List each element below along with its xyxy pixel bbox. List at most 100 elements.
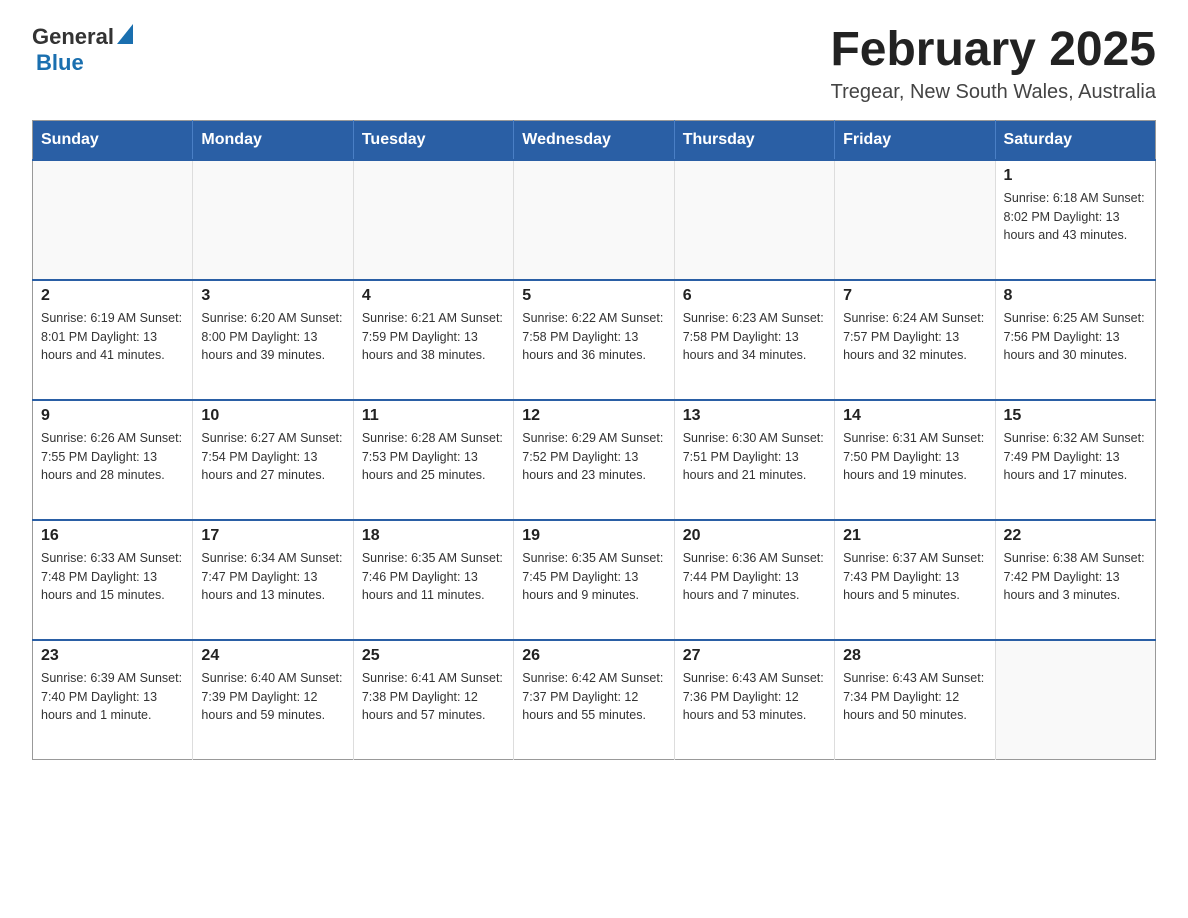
day-number: 24 [201, 647, 344, 665]
calendar-day-header: Tuesday [353, 120, 513, 160]
calendar-day-cell: 7 Sunrise: 6:24 AM Sunset: 7:57 PM Daylig… [835, 280, 995, 400]
calendar-day-header: Wednesday [514, 120, 674, 160]
logo-triangle-icon [117, 24, 133, 44]
day-info: Sunrise: 6:32 AM Sunset: 7:49 PM Dayligh… [1004, 429, 1147, 485]
calendar-day-cell [674, 160, 834, 280]
day-info: Sunrise: 6:31 AM Sunset: 7:50 PM Dayligh… [843, 429, 986, 485]
calendar-day-cell: 19 Sunrise: 6:35 AM Sunset: 7:45 PM Dayli… [514, 520, 674, 640]
calendar-day-cell: 5 Sunrise: 6:22 AM Sunset: 7:58 PM Daylig… [514, 280, 674, 400]
day-number: 14 [843, 407, 986, 425]
day-info: Sunrise: 6:35 AM Sunset: 7:46 PM Dayligh… [362, 549, 505, 605]
calendar-day-cell: 1Sunrise: 6:18 AM Sunset: 8:02 PM Daylig… [995, 160, 1155, 280]
day-number: 17 [201, 527, 344, 545]
day-number: 28 [843, 647, 986, 665]
day-info: Sunrise: 6:26 AM Sunset: 7:55 PM Dayligh… [41, 429, 184, 485]
calendar-day-cell [193, 160, 353, 280]
calendar-day-cell: 27 Sunrise: 6:43 AM Sunset: 7:36 PM Dayli… [674, 640, 834, 760]
calendar-day-cell: 16 Sunrise: 6:33 AM Sunset: 7:48 PM Dayli… [33, 520, 193, 640]
day-number: 23 [41, 647, 184, 665]
calendar-day-cell: 13 Sunrise: 6:30 AM Sunset: 7:51 PM Dayli… [674, 400, 834, 520]
calendar-day-cell: 18Sunrise: 6:35 AM Sunset: 7:46 PM Dayli… [353, 520, 513, 640]
calendar-day-cell: 10Sunrise: 6:27 AM Sunset: 7:54 PM Dayli… [193, 400, 353, 520]
day-number: 13 [683, 407, 826, 425]
day-number: 19 [522, 527, 665, 545]
day-info: Sunrise: 6:35 AM Sunset: 7:45 PM Dayligh… [522, 549, 665, 605]
day-number: 9 [41, 407, 184, 425]
day-info: Sunrise: 6:40 AM Sunset: 7:39 PM Dayligh… [201, 669, 344, 725]
day-info: Sunrise: 6:28 AM Sunset: 7:53 PM Dayligh… [362, 429, 505, 485]
calendar-title: February 2025 [830, 24, 1156, 77]
day-info: Sunrise: 6:39 AM Sunset: 7:40 PM Dayligh… [41, 669, 184, 725]
calendar-week-row: 9 Sunrise: 6:26 AM Sunset: 7:55 PM Daylig… [33, 400, 1156, 520]
day-info: Sunrise: 6:22 AM Sunset: 7:58 PM Dayligh… [522, 309, 665, 365]
day-number: 22 [1004, 527, 1147, 545]
calendar-week-row: 16 Sunrise: 6:33 AM Sunset: 7:48 PM Dayli… [33, 520, 1156, 640]
calendar-header-row: SundayMondayTuesdayWednesdayThursdayFrid… [33, 120, 1156, 160]
calendar-subtitle: Tregear, New South Wales, Australia [830, 81, 1156, 104]
calendar-day-cell: 20 Sunrise: 6:36 AM Sunset: 7:44 PM Dayli… [674, 520, 834, 640]
page-header: General Blue February 2025 Tregear, New … [32, 24, 1156, 104]
day-info: Sunrise: 6:30 AM Sunset: 7:51 PM Dayligh… [683, 429, 826, 485]
calendar-day-cell [835, 160, 995, 280]
calendar-table: SundayMondayTuesdayWednesdayThursdayFrid… [32, 120, 1156, 761]
day-number: 15 [1004, 407, 1147, 425]
day-number: 11 [362, 407, 505, 425]
calendar-header: SundayMondayTuesdayWednesdayThursdayFrid… [33, 120, 1156, 160]
day-number: 4 [362, 287, 505, 305]
calendar-day-cell: 15 Sunrise: 6:32 AM Sunset: 7:49 PM Dayli… [995, 400, 1155, 520]
day-info: Sunrise: 6:24 AM Sunset: 7:57 PM Dayligh… [843, 309, 986, 365]
calendar-day-cell: 28 Sunrise: 6:43 AM Sunset: 7:34 PM Dayli… [835, 640, 995, 760]
calendar-day-cell: 8Sunrise: 6:25 AM Sunset: 7:56 PM Daylig… [995, 280, 1155, 400]
calendar-day-cell: 3Sunrise: 6:20 AM Sunset: 8:00 PM Daylig… [193, 280, 353, 400]
day-number: 26 [522, 647, 665, 665]
day-info: Sunrise: 6:36 AM Sunset: 7:44 PM Dayligh… [683, 549, 826, 605]
day-number: 16 [41, 527, 184, 545]
day-number: 6 [683, 287, 826, 305]
day-number: 12 [522, 407, 665, 425]
day-info: Sunrise: 6:19 AM Sunset: 8:01 PM Dayligh… [41, 309, 184, 365]
day-info: Sunrise: 6:34 AM Sunset: 7:47 PM Dayligh… [201, 549, 344, 605]
day-number: 5 [522, 287, 665, 305]
logo-blue-text: Blue [36, 50, 84, 75]
day-number: 20 [683, 527, 826, 545]
calendar-day-header: Monday [193, 120, 353, 160]
calendar-week-row: 2 Sunrise: 6:19 AM Sunset: 8:01 PM Daylig… [33, 280, 1156, 400]
calendar-day-cell: 25Sunrise: 6:41 AM Sunset: 7:38 PM Dayli… [353, 640, 513, 760]
day-number: 21 [843, 527, 986, 545]
day-info: Sunrise: 6:33 AM Sunset: 7:48 PM Dayligh… [41, 549, 184, 605]
day-info: Sunrise: 6:29 AM Sunset: 7:52 PM Dayligh… [522, 429, 665, 485]
logo-general-text: General [32, 24, 114, 50]
calendar-day-cell: 4 Sunrise: 6:21 AM Sunset: 7:59 PM Daylig… [353, 280, 513, 400]
day-info: Sunrise: 6:38 AM Sunset: 7:42 PM Dayligh… [1004, 549, 1147, 605]
calendar-day-cell: 17 Sunrise: 6:34 AM Sunset: 7:47 PM Dayli… [193, 520, 353, 640]
calendar-body: 1Sunrise: 6:18 AM Sunset: 8:02 PM Daylig… [33, 160, 1156, 760]
day-info: Sunrise: 6:43 AM Sunset: 7:36 PM Dayligh… [683, 669, 826, 725]
day-info: Sunrise: 6:23 AM Sunset: 7:58 PM Dayligh… [683, 309, 826, 365]
calendar-day-cell: 6 Sunrise: 6:23 AM Sunset: 7:58 PM Daylig… [674, 280, 834, 400]
calendar-day-cell: 9 Sunrise: 6:26 AM Sunset: 7:55 PM Daylig… [33, 400, 193, 520]
day-number: 25 [362, 647, 505, 665]
calendar-day-cell: 22 Sunrise: 6:38 AM Sunset: 7:42 PM Dayli… [995, 520, 1155, 640]
day-number: 7 [843, 287, 986, 305]
calendar-day-cell [33, 160, 193, 280]
calendar-day-cell: 26Sunrise: 6:42 AM Sunset: 7:37 PM Dayli… [514, 640, 674, 760]
calendar-week-row: 1Sunrise: 6:18 AM Sunset: 8:02 PM Daylig… [33, 160, 1156, 280]
day-info: Sunrise: 6:20 AM Sunset: 8:00 PM Dayligh… [201, 309, 344, 365]
day-info: Sunrise: 6:27 AM Sunset: 7:54 PM Dayligh… [201, 429, 344, 485]
day-info: Sunrise: 6:21 AM Sunset: 7:59 PM Dayligh… [362, 309, 505, 365]
logo: General Blue [32, 24, 133, 76]
calendar-day-cell [995, 640, 1155, 760]
calendar-day-cell: 23 Sunrise: 6:39 AM Sunset: 7:40 PM Dayli… [33, 640, 193, 760]
calendar-day-cell [353, 160, 513, 280]
day-number: 27 [683, 647, 826, 665]
calendar-day-cell: 21Sunrise: 6:37 AM Sunset: 7:43 PM Dayli… [835, 520, 995, 640]
day-info: Sunrise: 6:43 AM Sunset: 7:34 PM Dayligh… [843, 669, 986, 725]
calendar-day-header: Saturday [995, 120, 1155, 160]
calendar-day-header: Sunday [33, 120, 193, 160]
calendar-day-cell: 2 Sunrise: 6:19 AM Sunset: 8:01 PM Daylig… [33, 280, 193, 400]
calendar-week-row: 23 Sunrise: 6:39 AM Sunset: 7:40 PM Dayli… [33, 640, 1156, 760]
day-info: Sunrise: 6:18 AM Sunset: 8:02 PM Dayligh… [1004, 189, 1147, 245]
calendar-day-cell: 24 Sunrise: 6:40 AM Sunset: 7:39 PM Dayli… [193, 640, 353, 760]
calendar-day-cell [514, 160, 674, 280]
day-number: 2 [41, 287, 184, 305]
